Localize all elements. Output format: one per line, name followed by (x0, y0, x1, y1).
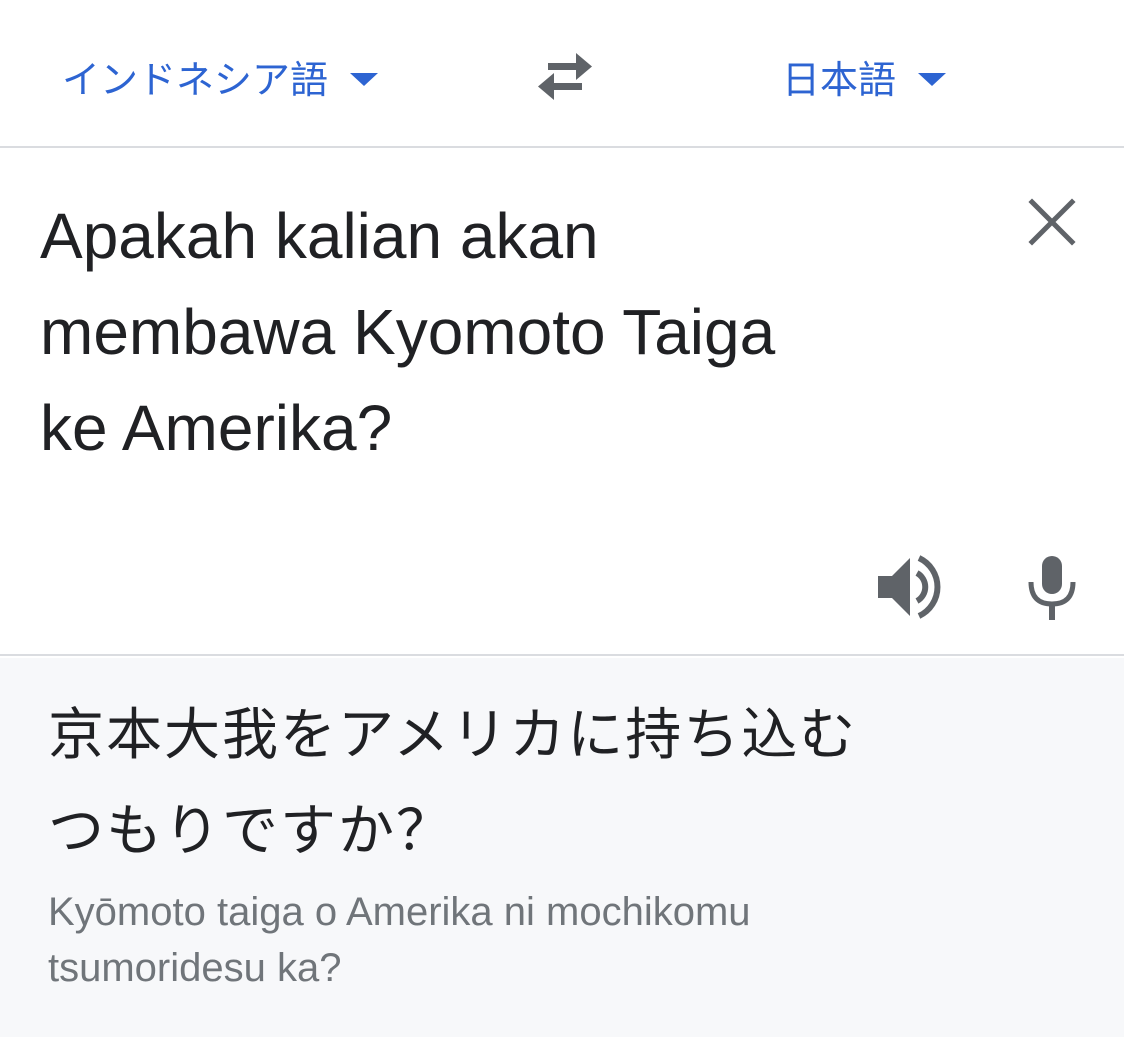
translation-line: つもりですか？ (48, 799, 454, 864)
swap-languages-button[interactable] (530, 46, 600, 108)
voice-input-button[interactable] (1022, 552, 1082, 624)
translation-panel: 京本大我をアメリカに持ち込む つもりですか？ Kyōmoto taiga o A… (0, 658, 1124, 1037)
swap-arrows-icon (538, 53, 592, 100)
source-text-line: Apakah kalian akan (40, 200, 599, 272)
caret-down-icon (918, 72, 947, 86)
caret-down-icon (350, 72, 379, 86)
target-language-label: 日本語 (782, 57, 897, 102)
source-text-panel[interactable]: Apakah kalian akan membawa Kyomoto Taiga… (0, 150, 1124, 656)
speaker-icon (878, 555, 941, 619)
language-bar: インドネシア語 日本語 (0, 0, 1124, 148)
clear-text-button[interactable] (1024, 194, 1080, 250)
translation-text: 京本大我をアメリカに持ち込む つもりですか？ (48, 688, 1108, 880)
target-language-selector[interactable]: 日本語 (782, 48, 947, 104)
source-language-label: インドネシア語 (62, 57, 329, 102)
romanization-line: Kyōmoto taiga o Amerika ni mochikomu (48, 890, 751, 934)
source-text[interactable]: Apakah kalian akan membawa Kyomoto Taiga… (40, 188, 920, 476)
source-text-line: ke Amerika? (40, 392, 393, 464)
source-text-line: membawa Kyomoto Taiga (40, 296, 776, 368)
microphone-icon (1028, 556, 1076, 620)
translation-line: 京本大我をアメリカに持ち込む (48, 703, 858, 768)
close-icon (1028, 198, 1076, 246)
source-language-selector[interactable]: インドネシア語 (62, 48, 379, 104)
romanization-line: tsumoridesu ka? (48, 946, 342, 990)
romanization-text: Kyōmoto taiga o Amerika ni mochikomu tsu… (48, 884, 1048, 996)
listen-source-button[interactable] (872, 550, 944, 624)
translate-app: インドネシア語 日本語 Apakah kalian akan membawa K… (0, 0, 1124, 1037)
